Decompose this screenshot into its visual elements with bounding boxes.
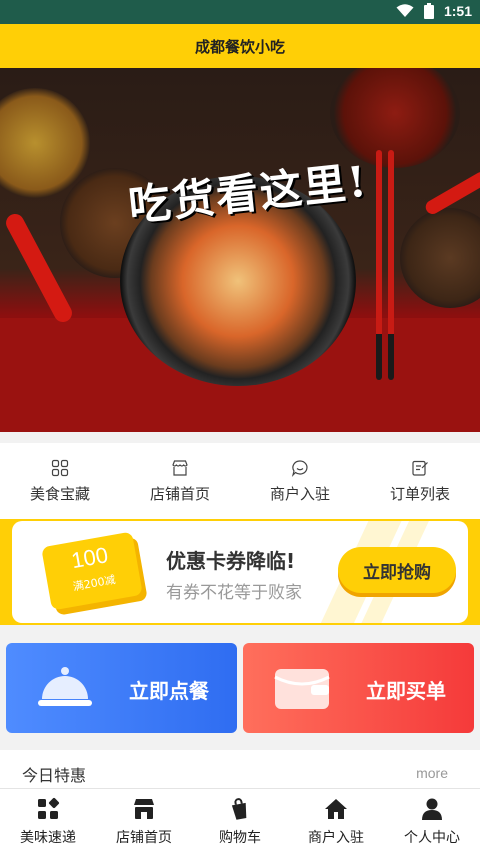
bag-icon bbox=[231, 797, 247, 820]
spice-bowl-decoration bbox=[0, 88, 90, 198]
tab-label: 美味速递 bbox=[20, 829, 76, 846]
chat-icon bbox=[291, 459, 308, 477]
today-special-section: 今日特惠 more bbox=[0, 750, 480, 788]
coupon-subtitle: 有券不花等于败家 bbox=[166, 583, 302, 603]
page-title: 成都餐饮小吃 bbox=[194, 37, 285, 56]
tab-cart[interactable]: 购物车 bbox=[192, 789, 288, 854]
tab-profile[interactable]: 个人中心 bbox=[384, 789, 480, 854]
shop-icon bbox=[134, 798, 154, 819]
app-header: 成都餐饮小吃 bbox=[0, 24, 480, 68]
grid-plus-icon bbox=[38, 797, 60, 819]
order-now-card[interactable]: 立即点餐 bbox=[6, 643, 237, 733]
tab-label: 店铺首页 bbox=[116, 829, 172, 846]
quick-nav-label: 美食宝藏 bbox=[29, 484, 90, 503]
quick-nav-label: 店铺首页 bbox=[149, 484, 210, 503]
coupon-ticket-icon: 100 满200减 bbox=[41, 531, 143, 611]
tab-merchant-join[interactable]: 商户入驻 bbox=[288, 789, 384, 854]
spice-bowl-decoration bbox=[400, 208, 480, 308]
today-special-title: 今日特惠 bbox=[22, 766, 87, 785]
status-time: 1:51 bbox=[443, 3, 472, 19]
bottom-tab-bar: 美味速递 店铺首页 购物车 商户入驻 个人中心 bbox=[0, 788, 480, 854]
person-icon bbox=[422, 798, 442, 820]
quick-nav-item-store-home[interactable]: 店铺首页 bbox=[120, 443, 240, 519]
store-icon bbox=[172, 459, 188, 476]
wallet-icon bbox=[274, 669, 330, 709]
hero-banner[interactable]: 吃货看这里! bbox=[0, 68, 480, 432]
home-icon bbox=[325, 798, 347, 819]
coupon-title: 优惠卡券降临! bbox=[166, 549, 296, 573]
tab-delivery[interactable]: 美味速递 bbox=[0, 789, 96, 854]
quick-nav-item-merchant-join[interactable]: 商户入驻 bbox=[240, 443, 360, 519]
tab-label: 个人中心 bbox=[404, 829, 460, 846]
cloche-icon bbox=[38, 667, 92, 706]
battery-icon bbox=[423, 3, 434, 19]
status-bar: 1:51 bbox=[0, 0, 480, 24]
order-now-label: 立即点餐 bbox=[129, 679, 209, 703]
edit-icon bbox=[412, 460, 428, 476]
grab-coupon-button[interactable]: 立即抢购 bbox=[338, 547, 456, 593]
quick-nav-item-order-list[interactable]: 订单列表 bbox=[360, 443, 480, 519]
quick-nav-item-food-treasure[interactable]: 美食宝藏 bbox=[0, 443, 120, 519]
chopstick-decoration bbox=[388, 150, 394, 380]
pay-now-label: 立即买单 bbox=[366, 679, 446, 703]
tab-label: 商户入驻 bbox=[308, 829, 364, 846]
wifi-icon bbox=[396, 4, 414, 17]
tab-store-home[interactable]: 店铺首页 bbox=[96, 789, 192, 854]
pay-now-card[interactable]: 立即买单 bbox=[243, 643, 474, 733]
more-link[interactable]: more bbox=[416, 765, 448, 781]
grid-icon bbox=[51, 459, 69, 476]
coupon-card[interactable]: 100 满200减 优惠卡券降临! 有券不花等于败家 立即抢购 bbox=[12, 521, 468, 623]
quick-nav: 美食宝藏 店铺首页 商户入驻 订单列表 bbox=[0, 443, 480, 519]
quick-nav-label: 订单列表 bbox=[389, 484, 450, 503]
tab-label: 购物车 bbox=[219, 829, 261, 846]
quick-nav-label: 商户入驻 bbox=[269, 484, 330, 503]
